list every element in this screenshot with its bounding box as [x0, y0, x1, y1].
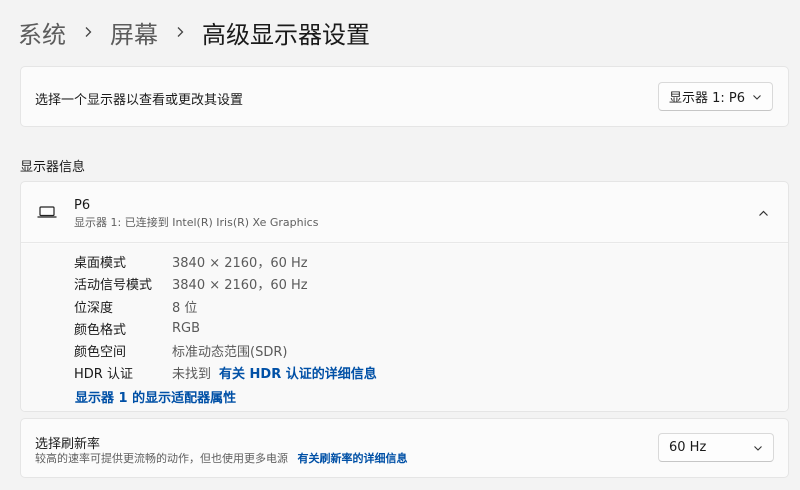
refresh-rate-value: 60 Hz	[669, 440, 707, 455]
spec-label: 颜色空间	[74, 344, 127, 360]
spec-value: 3840 × 2160，60 Hz	[172, 277, 308, 293]
breadcrumb-display[interactable]: 屏幕	[110, 15, 158, 50]
chevron-right-icon	[82, 26, 94, 38]
spec-label: 桌面模式	[74, 255, 127, 271]
spec-row-color-format: 颜色格式 RGB	[74, 318, 200, 338]
display-info-card: P6 显示器 1: 已连接到 Intel(R) Iris(R) Xe Graph…	[20, 181, 789, 412]
breadcrumb: 系统 屏幕 高级显示器设置	[18, 14, 370, 50]
spec-row-bit-depth: 位深度 8 位	[74, 296, 197, 316]
spec-value: 未找到	[172, 366, 212, 382]
hdr-details-link[interactable]: 有关 HDR 认证的详细信息	[219, 363, 377, 382]
spec-label: 位深度	[74, 300, 114, 316]
chevron-up-icon	[758, 210, 768, 216]
section-title: 显示器信息	[20, 160, 86, 175]
refresh-rate-description: 较高的速率可提供更流畅的动作，但也使用更多电源	[35, 452, 288, 465]
breadcrumb-system[interactable]: 系统	[18, 15, 66, 50]
spec-value: 3840 × 2160，60 Hz	[172, 255, 308, 271]
display-info-header[interactable]: P6 显示器 1: 已连接到 Intel(R) Iris(R) Xe Graph…	[21, 182, 788, 243]
display-info-body: 桌面模式 3840 × 2160，60 Hz 活动信号模式 3840 × 216…	[21, 244, 788, 411]
refresh-rate-dropdown[interactable]: 60 Hz	[658, 433, 774, 462]
spec-label: 活动信号模式	[74, 277, 153, 293]
refresh-rate-description-row: 较高的速率可提供更流畅的动作，但也使用更多电源 有关刷新率的详细信息	[35, 450, 408, 466]
spec-value: 标准动态范围(SDR)	[172, 344, 288, 360]
refresh-rate-details-link[interactable]: 有关刷新率的详细信息	[298, 452, 408, 465]
spec-value: 8 位	[172, 300, 198, 316]
display-subtitle: 显示器 1: 已连接到 Intel(R) Iris(R) Xe Graphics	[74, 216, 319, 229]
collapse-button[interactable]	[752, 202, 774, 224]
display-select-card: 选择一个显示器以查看或更改其设置 显示器 1: P6	[20, 66, 789, 127]
spec-row-color-space: 颜色空间 标准动态范围(SDR)	[74, 340, 287, 360]
spec-row-hdr-certification: HDR 认证 未找到 有关 HDR 认证的详细信息	[74, 362, 377, 382]
adapter-properties-link[interactable]: 显示器 1 的显示适配器属性	[75, 387, 236, 406]
spec-row-desktop-mode: 桌面模式 3840 × 2160，60 Hz	[74, 251, 308, 271]
display-select-dropdown[interactable]: 显示器 1: P6	[658, 82, 773, 111]
chevron-down-icon	[753, 94, 761, 100]
chevron-down-icon	[754, 445, 762, 451]
spec-label: 颜色格式	[74, 322, 127, 338]
page-title: 高级显示器设置	[202, 20, 370, 49]
spec-row-active-signal-mode: 活动信号模式 3840 × 2160，60 Hz	[74, 273, 308, 293]
display-select-value: 显示器 1: P6	[669, 91, 746, 106]
monitor-icon	[37, 206, 57, 218]
display-name: P6	[74, 198, 91, 213]
spec-label: HDR 认证	[74, 366, 133, 382]
chevron-right-icon	[174, 26, 186, 38]
display-select-label: 选择一个显示器以查看或更改其设置	[35, 93, 244, 108]
refresh-rate-card: 选择刷新率 较高的速率可提供更流畅的动作，但也使用更多电源 有关刷新率的详细信息…	[20, 418, 789, 478]
spec-value: RGB	[172, 320, 201, 336]
